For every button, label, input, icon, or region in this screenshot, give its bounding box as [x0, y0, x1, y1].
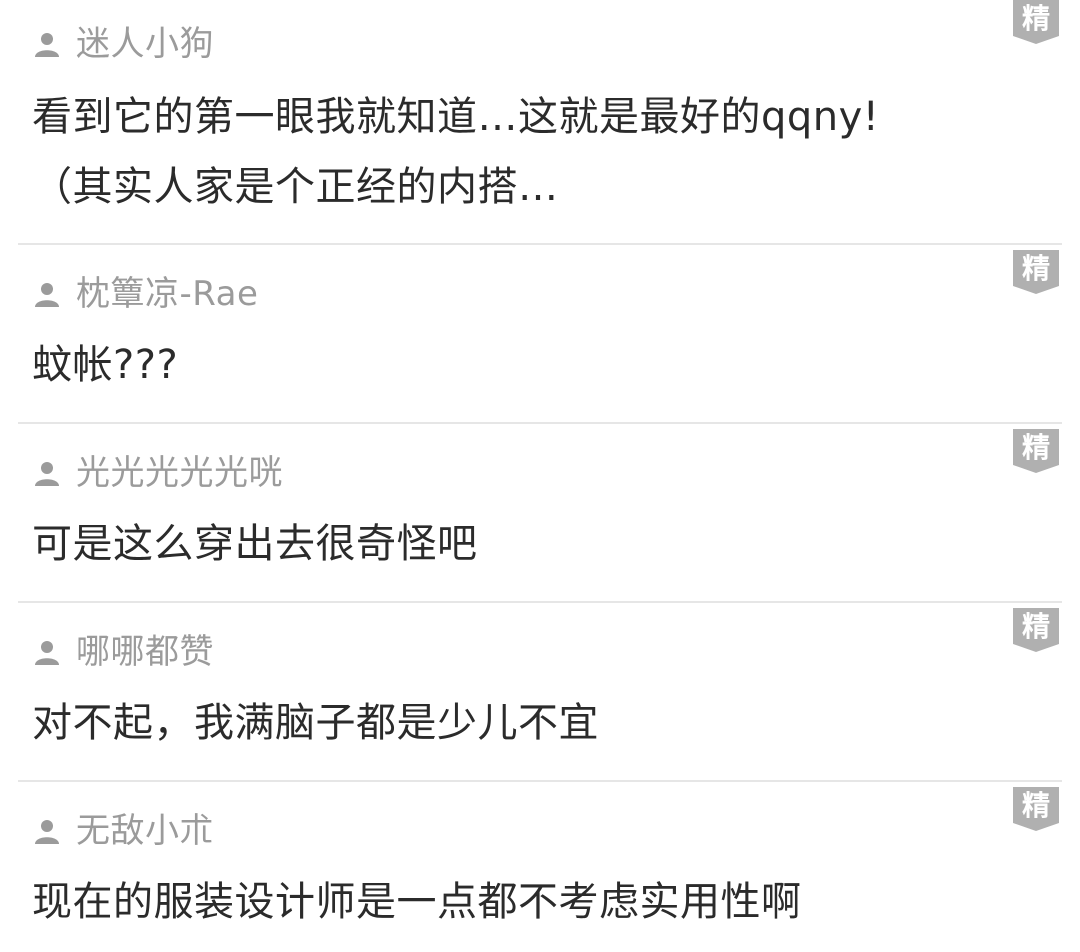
comment-text: 看到它的第一眼我就知道…这就是最好的qqny! （其实人家是个正经的内搭…	[32, 94, 880, 210]
user-icon	[34, 281, 60, 307]
comment-author[interactable]: 无敌小朮	[34, 807, 214, 855]
comment-text: 现在的服装设计师是一点都不考虑实用性啊	[32, 879, 802, 925]
comment-item[interactable]: 精 光光光光光咣 可是这么穿出去很奇怪吧	[0, 424, 1080, 602]
featured-badge-label: 精	[1021, 2, 1050, 35]
featured-badge-label: 精	[1021, 252, 1050, 285]
comment-text: 蚊帐???	[32, 342, 179, 388]
author-name: 哪哪都赞	[76, 632, 214, 672]
featured-badge-label: 精	[1021, 610, 1050, 643]
author-name: 枕簟凉-Rae	[76, 274, 259, 314]
featured-badge-label: 精	[1021, 431, 1050, 464]
comment-item[interactable]: 精 迷人小狗 看到它的第一眼我就知道…这就是最好的qqny! （其实人家是个正经…	[0, 0, 1080, 244]
comment-author[interactable]: 光光光光光咣	[34, 449, 283, 497]
comment-author[interactable]: 哪哪都赞	[34, 628, 214, 676]
user-icon	[34, 639, 60, 665]
comment-text: 可是这么穿出去很奇怪吧	[32, 521, 478, 567]
featured-badge-label: 精	[1021, 789, 1050, 822]
comment-text: 对不起，我满脑子都是少儿不宜	[32, 700, 599, 746]
user-icon	[34, 818, 60, 844]
comment-author[interactable]: 迷人小狗	[34, 20, 214, 68]
featured-badge: 精	[1013, 787, 1059, 831]
comment-list: 精 迷人小狗 看到它的第一眼我就知道…这就是最好的qqny! （其实人家是个正经…	[0, 0, 1080, 952]
comment-item[interactable]: 精 哪哪都赞 对不起，我满脑子都是少儿不宜	[0, 603, 1080, 781]
featured-badge: 精	[1013, 429, 1059, 473]
comment-author[interactable]: 枕簟凉-Rae	[34, 270, 258, 318]
featured-badge: 精	[1013, 250, 1059, 294]
featured-badge: 精	[1013, 608, 1059, 652]
author-name: 迷人小狗	[76, 24, 214, 64]
comment-item[interactable]: 精 枕簟凉-Rae 蚊帐???	[0, 245, 1080, 423]
featured-badge: 精	[1013, 0, 1059, 44]
author-name: 无敌小朮	[76, 811, 214, 851]
comment-item[interactable]: 精 无敌小朮 现在的服装设计师是一点都不考虑实用性啊	[0, 782, 1080, 952]
user-icon	[34, 31, 60, 57]
user-icon	[34, 460, 60, 486]
author-name: 光光光光光咣	[76, 453, 283, 493]
